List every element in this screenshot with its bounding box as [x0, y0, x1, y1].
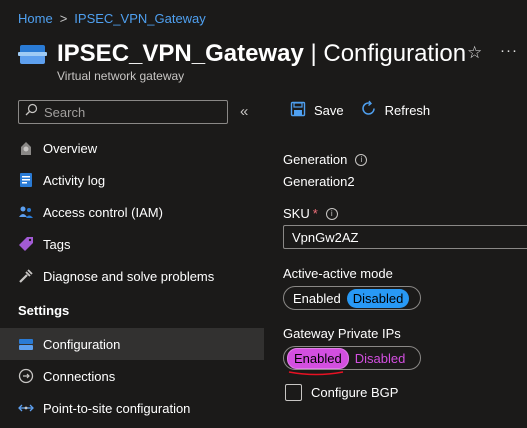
wrench-icon — [18, 268, 34, 284]
nav-item-label: Overview — [43, 140, 98, 156]
nav-item-connections[interactable]: Connections — [0, 360, 264, 392]
nav-item-label: Point-to-site configuration — [43, 400, 191, 416]
configuration-icon — [18, 336, 34, 352]
configure-bgp-row[interactable]: Configure BGP — [285, 384, 398, 401]
overview-icon — [18, 140, 34, 156]
generation-label: Generation i — [283, 152, 368, 167]
save-icon — [290, 101, 314, 120]
nav-item-tags[interactable]: Tags — [0, 228, 264, 260]
configure-bgp-checkbox[interactable] — [285, 384, 302, 401]
nav-item-diagnose[interactable]: Diagnose and solve problems — [0, 260, 264, 292]
nav-section-settings: Settings — [18, 302, 70, 318]
gateway-private-ips-label: Gateway Private IPs — [283, 326, 401, 341]
required-indicator: * — [312, 206, 318, 221]
active-active-label: Active-active mode — [283, 266, 393, 281]
save-button[interactable]: Save — [290, 101, 344, 120]
info-icon[interactable]: i — [355, 153, 368, 166]
star-icon[interactable]: ☆ — [467, 43, 482, 63]
annotation-underline — [288, 371, 344, 376]
nav-item-activity-log[interactable]: Activity log — [0, 164, 264, 196]
collapse-menu-icon[interactable]: « — [240, 103, 248, 120]
nav-item-label: Activity log — [43, 172, 106, 188]
page-title: IPSEC_VPN_Gateway | Configuration — [57, 40, 466, 68]
refresh-icon — [360, 100, 385, 120]
private-ips-enabled-option[interactable]: Enabled — [287, 347, 349, 369]
nav-item-label: Configuration — [43, 336, 121, 352]
breadcrumb-home-link[interactable]: Home — [18, 11, 53, 26]
connections-icon — [18, 368, 34, 384]
sku-label: SKU * i — [283, 206, 338, 221]
page-header: IPSEC_VPN_Gateway | Configuration — [18, 40, 466, 68]
iam-icon — [18, 204, 34, 220]
point-to-site-icon — [18, 400, 34, 416]
info-icon[interactable]: i — [325, 207, 338, 220]
resource-type-subtitle: Virtual network gateway — [57, 69, 185, 83]
resource-name: IPSEC_VPN_Gateway — [57, 40, 304, 67]
virtual-network-gateway-icon — [18, 42, 47, 66]
tag-icon — [18, 236, 34, 252]
refresh-button[interactable]: Refresh — [360, 100, 431, 120]
configure-bgp-label: Configure BGP — [311, 385, 399, 400]
command-bar: Save Refresh — [290, 100, 446, 120]
breadcrumb: Home > IPSEC_VPN_Gateway — [18, 11, 206, 26]
sku-field[interactable]: VpnGw2AZ — [283, 225, 527, 249]
nav-item-label: Diagnose and solve problems — [43, 268, 215, 284]
nav-item-configuration[interactable]: Configuration — [0, 328, 264, 360]
breadcrumb-separator: > — [59, 11, 68, 26]
gateway-private-ips-toggle[interactable]: Enabled Disabled — [283, 346, 421, 370]
generation-value: Generation2 — [283, 174, 355, 189]
refresh-label: Refresh — [384, 102, 431, 118]
nav-item-overview[interactable]: Overview — [0, 132, 264, 164]
nav-item-label: Connections — [43, 368, 116, 384]
active-active-toggle[interactable]: Enabled Disabled — [283, 286, 421, 310]
active-active-disabled-option[interactable]: Disabled — [346, 288, 410, 308]
resource-menu: Overview Activity log Access control (IA… — [0, 132, 264, 424]
breadcrumb-gateway-link[interactable]: IPSEC_VPN_Gateway — [74, 11, 206, 26]
search-input[interactable] — [44, 104, 214, 120]
nav-item-label: Tags — [43, 236, 71, 252]
nav-item-access-control[interactable]: Access control (IAM) — [0, 196, 264, 228]
nav-item-point-to-site[interactable]: Point-to-site configuration — [0, 392, 264, 424]
generation-label-text: Generation — [283, 152, 348, 167]
page-title-section: | Configuration — [303, 40, 467, 67]
search-icon — [25, 103, 38, 121]
search-box[interactable] — [18, 100, 228, 124]
private-ips-disabled-option[interactable]: Disabled — [349, 349, 412, 368]
save-label: Save — [314, 102, 344, 118]
nav-item-label: Access control (IAM) — [43, 204, 163, 220]
sku-label-text: SKU — [283, 206, 310, 221]
active-active-enabled-option[interactable]: Enabled — [287, 289, 347, 308]
more-options-icon[interactable]: ··· — [500, 42, 518, 59]
activity-log-icon — [18, 172, 34, 188]
